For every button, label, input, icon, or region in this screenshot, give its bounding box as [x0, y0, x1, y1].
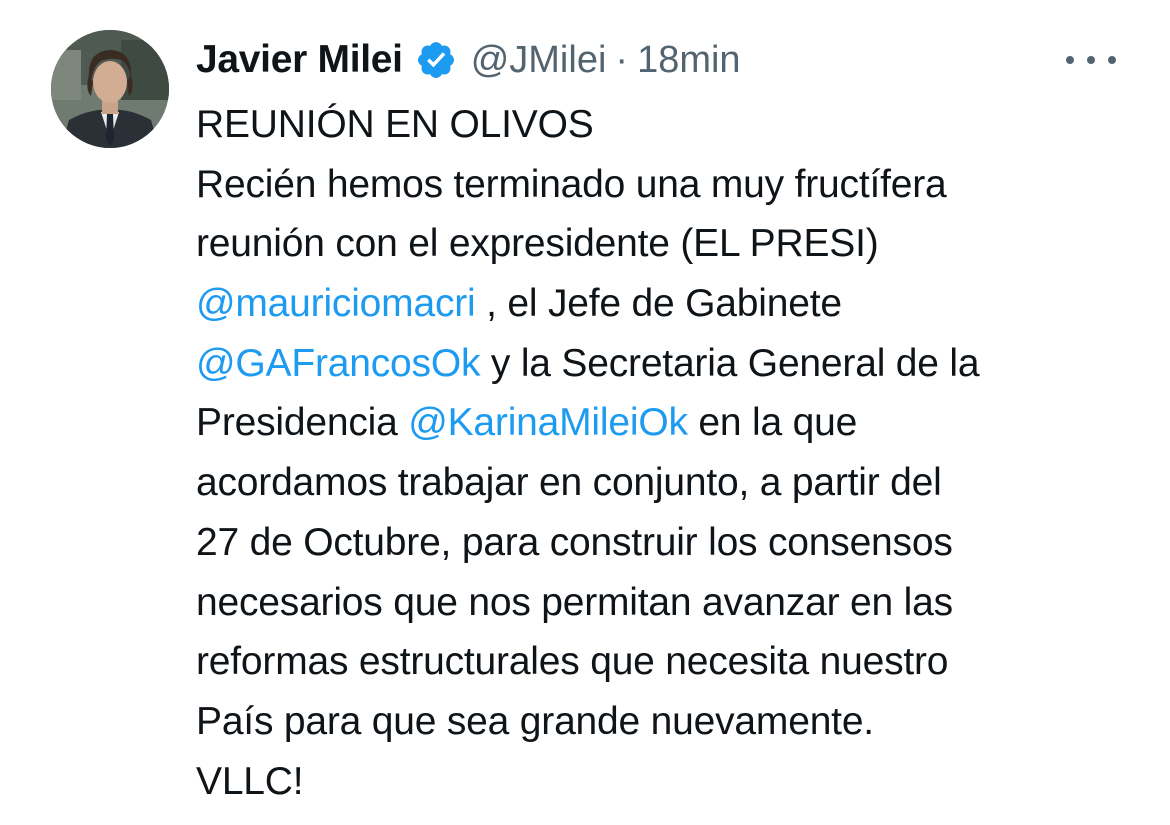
more-options-icon[interactable] [1066, 38, 1116, 82]
mention-link[interactable]: @GAFrancosOk [196, 342, 480, 385]
tweet-text: REUNIÓN EN OLIVOS Recién hemos terminado… [196, 95, 1146, 811]
tweet-line: reformas estructurales que necesita nues… [196, 640, 949, 684]
mention-link[interactable]: @KarinaMileiOk [408, 401, 688, 444]
tweet-line: acordamos trabajar en conjunto, a partir… [196, 461, 942, 505]
more-dot [1108, 56, 1116, 64]
more-dot [1087, 56, 1095, 64]
tweet-line: @GAFrancosOk y la Secretaria General de … [196, 334, 1146, 394]
timestamp[interactable]: 18min [637, 39, 741, 82]
tweet-text-fragment: , el Jefe de Gabinete [475, 282, 842, 326]
tweet[interactable]: Javier Milei @JMilei · 18min REUNIÓN EN … [0, 0, 1170, 825]
tweet-line: País para que sea grande nuevamente. [196, 699, 874, 743]
tweet-line: Recién hemos terminado una muy fructífer… [196, 162, 947, 206]
tweet-line: 27 de Octubre, para construir los consen… [196, 520, 953, 564]
avatar-image [51, 30, 169, 148]
avatar[interactable] [51, 30, 169, 148]
tweet-line: @mauriciomacri , el Jefe de Gabinete [196, 274, 1146, 334]
tweet-line: REUNIÓN EN OLIVOS [196, 103, 594, 146]
tweet-line: reunión con el expresidente (EL PRESI) [196, 222, 879, 266]
verified-badge-icon[interactable] [415, 39, 457, 81]
tweet-text-fragment: en la que [687, 401, 858, 445]
display-name[interactable]: Javier Milei [196, 38, 403, 82]
tweet-text-fragment: y la Secretaria General de la [480, 341, 980, 385]
tweet-line: necesarios que nos permitan avanzar en l… [196, 580, 953, 624]
tweet-line: VLLC! [196, 759, 304, 803]
tweet-line: Presidencia @KarinaMileiOk en la que [196, 393, 1146, 453]
more-dot [1066, 56, 1074, 64]
tweet-text-fragment: Presidencia [196, 401, 409, 445]
mention-link[interactable]: @mauriciomacri [196, 282, 476, 325]
separator-dot: · [615, 38, 629, 81]
author-handle[interactable]: @JMilei [471, 39, 607, 82]
tweet-header: Javier Milei @JMilei · 18min [196, 33, 741, 87]
